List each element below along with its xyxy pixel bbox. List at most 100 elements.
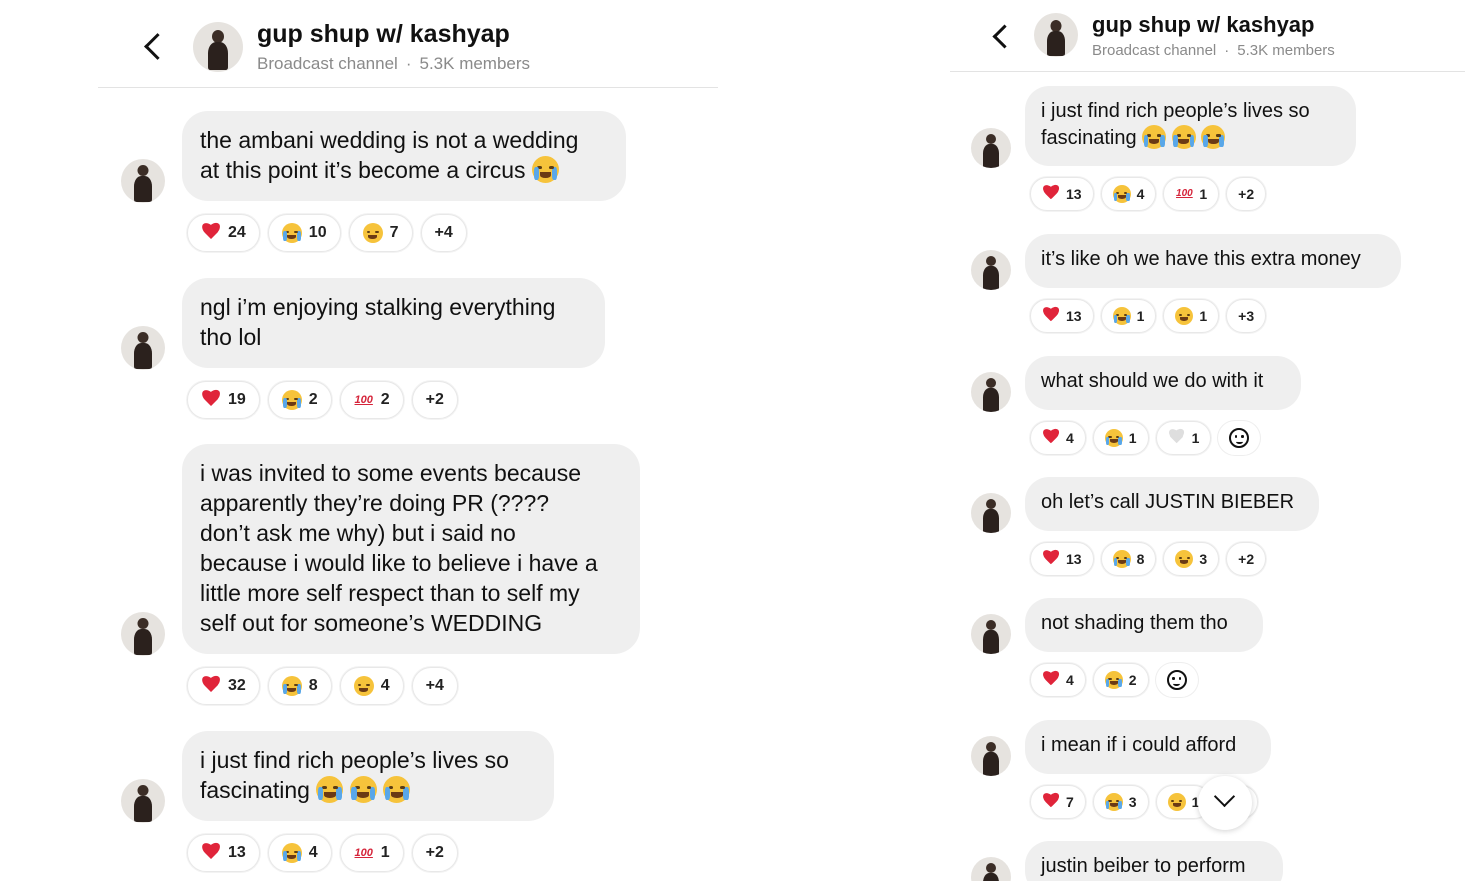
channel-title[interactable]: gup shup w/ kashyap: [257, 20, 510, 49]
reaction-chip[interactable]: 2: [267, 381, 332, 419]
add-reaction-icon[interactable]: [1229, 428, 1250, 448]
sender-avatar[interactable]: [971, 614, 1011, 654]
reaction-chip[interactable]: 32: [187, 667, 260, 705]
reaction-chip[interactable]: 100 2: [339, 381, 404, 419]
sender-avatar[interactable]: [971, 372, 1011, 412]
reaction-count: 13: [228, 844, 246, 861]
more-reactions-chip[interactable]: +4: [420, 214, 467, 252]
reaction-chip[interactable]: 1: [1100, 299, 1157, 333]
crying-face-icon: [316, 776, 344, 803]
red-heart-icon: [201, 223, 221, 243]
message-bubble[interactable]: it’s like oh we have this extra money: [1025, 234, 1401, 288]
reaction-chip[interactable]: 24: [187, 214, 260, 252]
reaction-chip[interactable]: 1: [1155, 421, 1212, 455]
reaction-count: 7: [1066, 794, 1074, 810]
back-arrow-icon[interactable]: [144, 33, 171, 60]
reaction-chip[interactable]: 13: [187, 834, 260, 872]
laughing-tears-icon: [1104, 429, 1123, 447]
add-reaction-icon[interactable]: [1166, 670, 1187, 690]
message-bubble[interactable]: i mean if i could afford: [1025, 720, 1271, 774]
laughing-tears-icon: [1104, 671, 1123, 689]
message-bubble[interactable]: not shading them tho: [1025, 598, 1263, 652]
sender-avatar[interactable]: [121, 779, 165, 823]
reaction-chip[interactable]: 2: [1092, 663, 1149, 697]
reaction-chip[interactable]: 3: [1163, 542, 1220, 576]
reaction-count: 32: [228, 677, 246, 694]
reaction-count: 10: [308, 224, 327, 241]
more-reactions-chip[interactable]: +2: [1226, 542, 1267, 576]
more-reactions-chip[interactable]: +3: [1226, 299, 1267, 333]
laughing-tears-icon: [281, 390, 302, 410]
reaction-count: +4: [434, 224, 453, 241]
channel-avatar[interactable]: [1034, 13, 1078, 57]
reaction-chip[interactable]: 4: [339, 667, 404, 705]
crying-face-icon: [531, 156, 559, 183]
crying-face-icon: [1142, 125, 1167, 149]
reaction-count: 2: [380, 391, 390, 408]
back-arrow-icon[interactable]: [992, 24, 1017, 49]
reaction-row: 13 8 3 +2: [1030, 542, 1267, 576]
reaction-chip[interactable]: 1: [1092, 421, 1149, 455]
message-text-line: little more self respect than to self my: [200, 580, 580, 606]
red-heart-icon: [1042, 671, 1060, 689]
reaction-chip[interactable]: 13: [1030, 299, 1094, 333]
reaction-chip[interactable]: 4: [1100, 177, 1157, 211]
more-reactions-chip[interactable]: +2: [1226, 177, 1267, 211]
sender-avatar[interactable]: [121, 159, 165, 203]
sender-avatar[interactable]: [121, 326, 165, 370]
header-divider: [98, 87, 718, 88]
reaction-chip[interactable]: 4: [267, 834, 332, 872]
reaction-chip[interactable]: 3: [1092, 785, 1149, 819]
red-heart-icon: [201, 676, 221, 696]
message-text-line: the ambani wedding is not a wedding: [200, 127, 579, 153]
reaction-chip[interactable]: 100 1: [339, 834, 404, 872]
message-bubble[interactable]: i was invited to some events because appa…: [182, 444, 640, 654]
sender-avatar[interactable]: [121, 612, 165, 656]
scroll-to-bottom-button[interactable]: [1198, 776, 1252, 830]
channel-avatar[interactable]: [193, 22, 243, 72]
reaction-chip[interactable]: 13: [1030, 177, 1094, 211]
message-bubble[interactable]: oh let’s call JUSTIN BIEBER: [1025, 477, 1319, 531]
reaction-count: 13: [1066, 551, 1082, 567]
reaction-chip[interactable]: 19: [187, 381, 260, 419]
message-bubble[interactable]: the ambani wedding is not a wedding at th…: [182, 111, 626, 201]
laughing-tears-icon: [281, 223, 302, 243]
sender-avatar[interactable]: [971, 736, 1011, 776]
more-reactions-chip[interactable]: +2: [411, 381, 458, 419]
message-text-line: self out for someone’s WEDDING: [200, 610, 543, 636]
message-bubble[interactable]: i just find rich people’s lives so fascin…: [1025, 86, 1356, 166]
crying-face-icon: [1201, 125, 1226, 149]
reaction-chip[interactable]: 1: [1163, 299, 1220, 333]
message-bubble[interactable]: ngl i’m enjoying stalking everything tho …: [182, 278, 605, 368]
reaction-chip[interactable]: 8: [267, 667, 332, 705]
sender-avatar[interactable]: [971, 128, 1011, 168]
message-text-line: fascinating: [1041, 125, 1340, 152]
reaction-chip[interactable]: 8: [1100, 542, 1157, 576]
reaction-chip[interactable]: 13: [1030, 542, 1094, 576]
message-text-line: apparently they’re doing PR (????: [200, 490, 550, 516]
more-reactions-chip[interactable]: +2: [411, 834, 458, 872]
reaction-chip[interactable]: 10: [267, 214, 341, 252]
sender-avatar[interactable]: [971, 250, 1011, 290]
red-heart-icon: [1042, 185, 1060, 203]
reaction-count: 24: [228, 224, 246, 241]
more-reactions-chip[interactable]: +4: [411, 667, 458, 705]
reaction-chip[interactable]: 7: [348, 214, 413, 252]
reaction-chip[interactable]: [1155, 663, 1198, 697]
message-text-line: justin beiber to perform: [1041, 855, 1246, 877]
sender-avatar[interactable]: [971, 857, 1011, 881]
message-bubble[interactable]: i just find rich people’s lives so fascin…: [182, 731, 554, 821]
reaction-count: 7: [389, 224, 399, 241]
reaction-count: 3: [1128, 794, 1137, 810]
reaction-chip[interactable]: [1218, 421, 1261, 455]
channel-title[interactable]: gup shup w/ kashyap: [1092, 12, 1314, 38]
message-bubble[interactable]: what should we do with it: [1025, 356, 1301, 410]
reaction-chip[interactable]: 100 1: [1163, 177, 1220, 211]
channel-subtitle: Broadcast channel · 5.3K members: [257, 54, 531, 73]
reaction-chip[interactable]: 4: [1030, 421, 1086, 455]
laughing-tears-icon: [1112, 550, 1131, 568]
message-bubble[interactable]: justin beiber to perform: [1025, 841, 1283, 881]
reaction-chip[interactable]: 7: [1030, 785, 1086, 819]
reaction-chip[interactable]: 4: [1030, 663, 1086, 697]
sender-avatar[interactable]: [971, 493, 1011, 533]
